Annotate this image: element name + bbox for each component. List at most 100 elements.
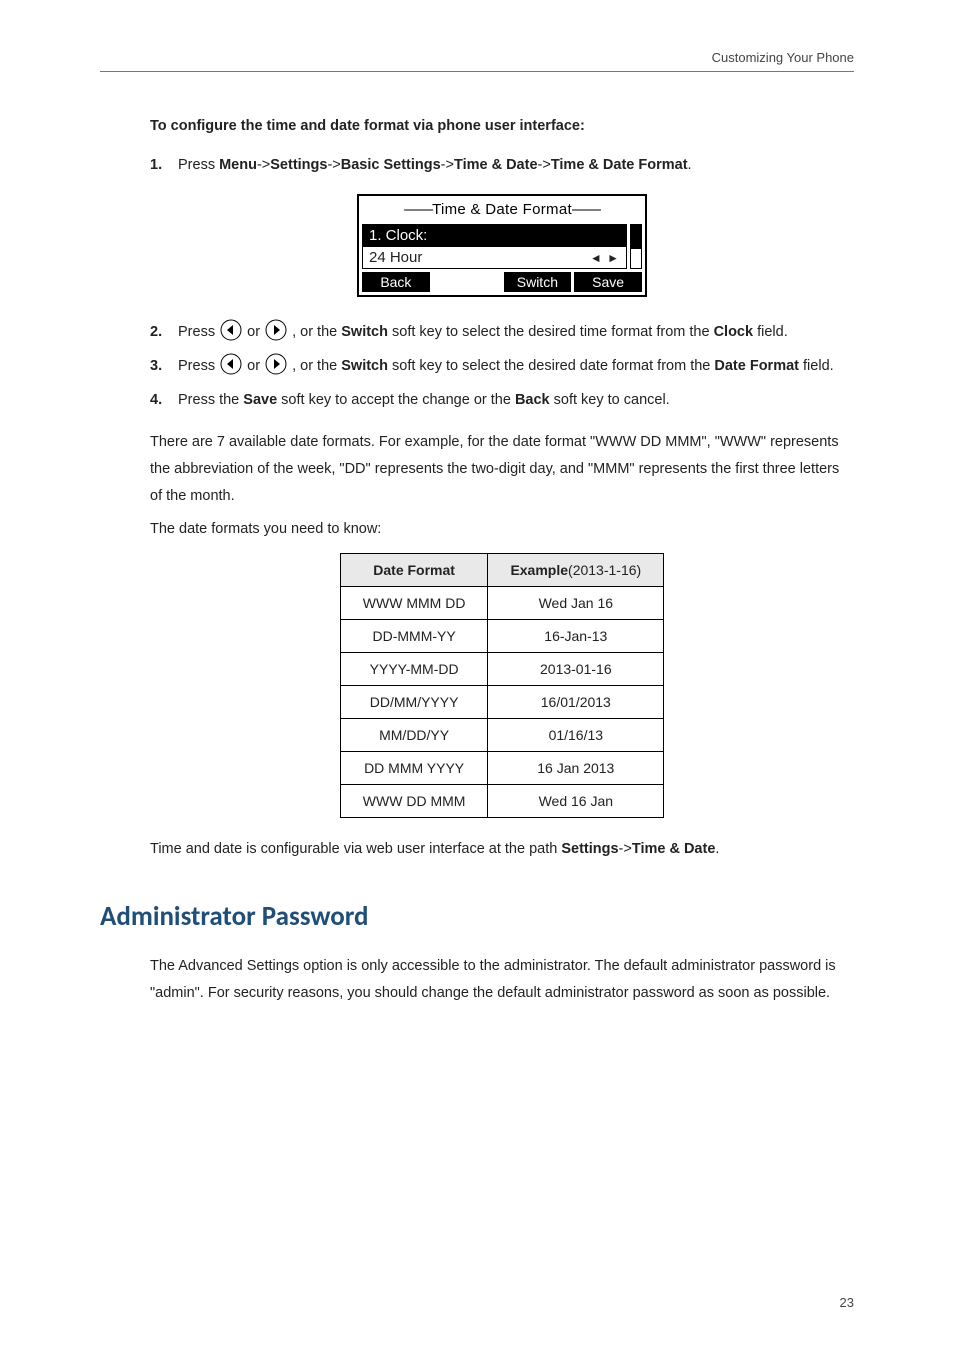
lcd-softkeys: Back Switch Save (362, 272, 642, 292)
example-bold: Example (510, 562, 568, 578)
text: Press (178, 358, 219, 374)
text: Time and date is configurable via web us… (150, 841, 561, 857)
lcd-main: 1. Clock: 24 Hour ◄ ► (362, 224, 627, 269)
paragraph-formats-explain: There are 7 available date formats. For … (150, 429, 854, 509)
table-header-row: Date Format Example(2013-1-16) (340, 553, 663, 586)
time-date-label: Time & Date (632, 841, 716, 857)
right-key-icon (265, 353, 287, 375)
back-label: Back (515, 392, 550, 408)
left-key-icon (220, 319, 242, 341)
text: field. (799, 358, 834, 374)
lcd-body: 1. Clock: 24 Hour ◄ ► (362, 224, 642, 269)
text: Press the (178, 392, 243, 408)
clock-label: Clock (714, 324, 754, 340)
cell-format: YYYY-MM-DD (340, 652, 488, 685)
text: soft key to accept the change or the (277, 392, 515, 408)
content-area: To configure the time and date format vi… (150, 118, 854, 1007)
text: , or the (292, 358, 341, 374)
admin-password-paragraph: The Advanced Settings option is only acc… (150, 953, 854, 1007)
sep: -> (538, 157, 551, 173)
switch-label: Switch (341, 358, 388, 374)
col-date-format: Date Format (340, 553, 488, 586)
section-heading-admin-password: Administrator Password (100, 900, 854, 933)
text: . (715, 841, 719, 857)
text: soft key to cancel. (550, 392, 670, 408)
page: Customizing Your Phone To configure the … (0, 0, 954, 1350)
lcd-title-text: Time & Date Format (432, 201, 572, 218)
text: Press (178, 324, 219, 340)
cell-example: 16/01/2013 (488, 685, 664, 718)
text: or (247, 324, 264, 340)
step-4: Press the Save soft key to accept the ch… (150, 387, 854, 413)
text: or (247, 358, 264, 374)
lcd-arrows-icon: ◄ ► (590, 251, 620, 265)
menu-label: Menu (219, 157, 257, 173)
procedure-heading: To configure the time and date format vi… (150, 118, 854, 134)
softkey-save: Save (574, 272, 642, 292)
dash: —— (404, 201, 432, 218)
table-row: DD/MM/YYYY16/01/2013 (340, 685, 663, 718)
paragraph-formats-intro: The date formats you need to know: (150, 516, 854, 543)
table-row: MM/DD/YY01/16/13 (340, 718, 663, 751)
left-key-icon (220, 353, 242, 375)
softkey-switch: Switch (504, 272, 572, 292)
cell-format: WWW DD MMM (340, 784, 488, 817)
table-row: YYYY-MM-DD2013-01-16 (340, 652, 663, 685)
lcd-value-text: 24 Hour (369, 249, 422, 266)
cell-format: DD MMM YYYY (340, 751, 488, 784)
sep: -> (327, 157, 340, 173)
text: soft key to select the desired time form… (388, 324, 714, 340)
date-format-table: Date Format Example(2013-1-16) WWW MMM D… (340, 553, 664, 818)
basic-settings-label: Basic Settings (341, 157, 441, 173)
page-number: 23 (840, 1295, 854, 1310)
text: , or the (292, 324, 341, 340)
lcd-title: ——Time & Date Format—— (362, 199, 642, 224)
text: Press (178, 157, 219, 173)
cell-example: 2013-01-16 (488, 652, 664, 685)
table-row: WWW MMM DDWed Jan 16 (340, 586, 663, 619)
steps-list-2: Press or , or the Switch soft key to sel… (150, 319, 854, 413)
cell-format: WWW MMM DD (340, 586, 488, 619)
table-row: DD-MMM-YY16-Jan-13 (340, 619, 663, 652)
lcd-frame: ——Time & Date Format—— 1. Clock: 24 Hour… (357, 194, 647, 297)
save-label: Save (243, 392, 277, 408)
lcd-screenshot: ——Time & Date Format—— 1. Clock: 24 Hour… (357, 194, 647, 297)
softkey-back: Back (362, 272, 430, 292)
cell-format: DD/MM/YYYY (340, 685, 488, 718)
right-key-icon (265, 319, 287, 341)
date-format-label: Date Format (714, 358, 799, 374)
settings-label: Settings (270, 157, 327, 173)
step-2: Press or , or the Switch soft key to sel… (150, 319, 854, 345)
cell-example: 16-Jan-13 (488, 619, 664, 652)
dash: —— (572, 201, 600, 218)
lcd-row-value: 24 Hour ◄ ► (362, 247, 627, 269)
cell-example: Wed Jan 16 (488, 586, 664, 619)
step-3: Press or , or the Switch soft key to sel… (150, 353, 854, 379)
table-row: DD MMM YYYY16 Jan 2013 (340, 751, 663, 784)
table-body: WWW MMM DDWed Jan 16 DD-MMM-YY16-Jan-13 … (340, 586, 663, 817)
steps-list: Press Menu->Settings->Basic Settings->Ti… (150, 152, 854, 178)
settings-label: Settings (561, 841, 618, 857)
cell-format: MM/DD/YY (340, 718, 488, 751)
cell-example: Wed 16 Jan (488, 784, 664, 817)
sep: -> (441, 157, 454, 173)
cell-example: 01/16/13 (488, 718, 664, 751)
example-date: (2013-1-16) (568, 562, 641, 578)
running-header: Customizing Your Phone (100, 50, 854, 72)
lcd-scrollbar (630, 224, 642, 269)
sep: -> (257, 157, 270, 173)
table-row: WWW DD MMMWed 16 Jan (340, 784, 663, 817)
cell-example: 16 Jan 2013 (488, 751, 664, 784)
col-example: Example(2013-1-16) (488, 553, 664, 586)
sep: -> (619, 841, 632, 857)
cell-format: DD-MMM-YY (340, 619, 488, 652)
text: soft key to select the desired date form… (388, 358, 714, 374)
step-1: Press Menu->Settings->Basic Settings->Ti… (150, 152, 854, 178)
time-date-label: Time & Date (454, 157, 538, 173)
switch-label: Switch (341, 324, 388, 340)
text: field. (753, 324, 788, 340)
time-date-format-label: Time & Date Format (551, 157, 688, 173)
post-table-note: Time and date is configurable via web us… (150, 836, 854, 863)
text: . (688, 157, 692, 173)
softkey-blank (433, 272, 501, 292)
